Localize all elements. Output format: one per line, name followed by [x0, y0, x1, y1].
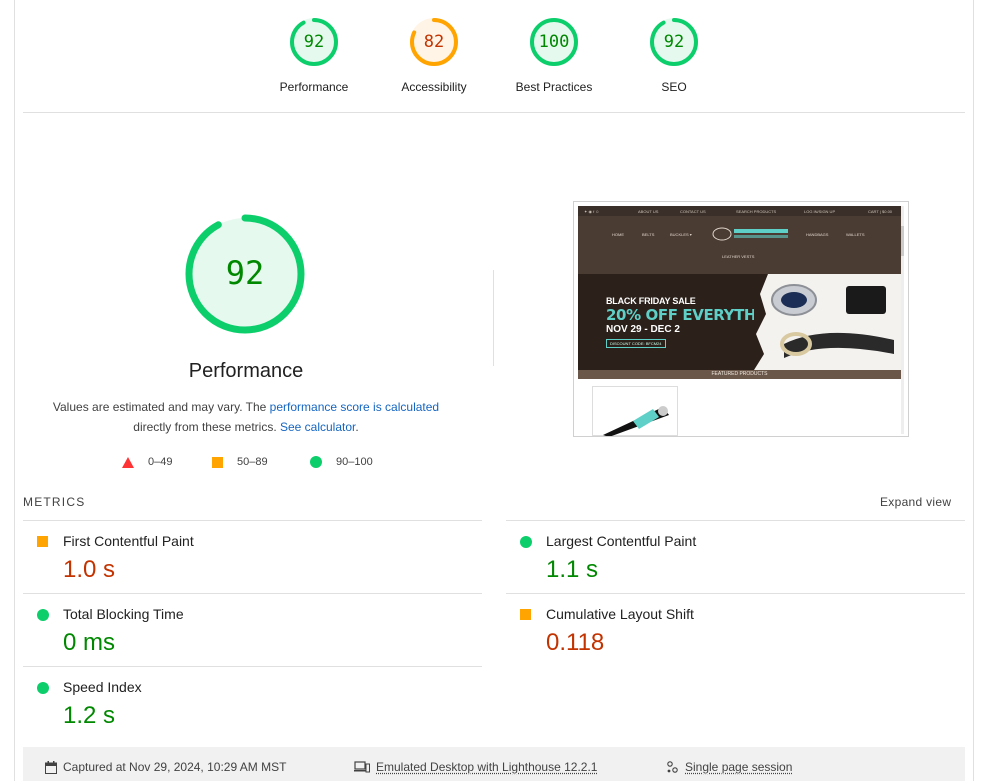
metric-cumulative-layout-shift: Cumulative Layout Shift 0.118 [506, 593, 956, 666]
circle-icon [310, 456, 322, 468]
gauge-label: Performance [279, 80, 349, 94]
legend-average: 50–89 [212, 456, 268, 468]
thumb-nav: HOME BELTS BUCKLES ▾ HANDBAGS WALLETS LE… [578, 216, 901, 274]
session-type[interactable]: Single page session [666, 760, 792, 774]
desc-text: directly from these metrics. [133, 420, 280, 434]
metric-first-contentful-paint: First Contentful Paint 1.0 s [23, 520, 473, 593]
pass-circle-icon [37, 682, 49, 694]
session-icon [667, 760, 678, 773]
thumb-link: CART | $0.00 [868, 209, 893, 214]
metric-title: Cumulative Layout Shift [546, 606, 694, 622]
hero-line: NOV 29 - DEC 2 [606, 324, 680, 335]
gauge-label: Accessibility [401, 80, 467, 94]
hero-products [754, 274, 901, 370]
metric-speed-index: Speed Index 1.2 s [23, 666, 473, 739]
metric-title: Largest Contentful Paint [546, 533, 697, 549]
performance-description: Values are estimated and may vary. The p… [36, 397, 456, 437]
metrics-heading: METRICS [23, 495, 86, 509]
legend-pass: 90–100 [310, 456, 373, 468]
expand-view-button[interactable]: Expand view [880, 495, 951, 509]
emulated-device[interactable]: Emulated Desktop with Lighthouse 12.2.1 [354, 760, 597, 774]
runtime-settings-footer: Captured at Nov 29, 2024, 10:29 AM MST E… [23, 747, 965, 781]
thumb-link: ABOUT US [638, 209, 659, 214]
thumb-featured-bar: FEATURED PRODUCTS [578, 370, 901, 379]
logo-icon [712, 227, 788, 241]
thumb-hero: BLACK FRIDAY SALE 20% OFF EVERYTHING NOV… [578, 274, 901, 370]
gauge-best-practices[interactable]: 100 Best Practices [494, 14, 614, 94]
product-image-icon [754, 274, 894, 370]
final-screenshot[interactable]: ✦ ◉ f ☺ ABOUT US CONTACT US SEARCH PRODU… [573, 201, 909, 437]
metric-largest-contentful-paint: Largest Contentful Paint 1.1 s [506, 520, 956, 593]
pass-circle-icon [37, 609, 49, 621]
hero-line: BLACK FRIDAY SALE [606, 296, 696, 306]
metric-value: 0.118 [546, 629, 605, 656]
thumb-link: LOG IN/SIGN UP [804, 209, 836, 214]
metric-title: Speed Index [63, 679, 142, 695]
category-gauges: 92 Performance 82 Accessibility 100 Best… [0, 0, 1000, 112]
metric-title: First Contentful Paint [63, 533, 194, 549]
gauge-score: 82 [423, 32, 445, 52]
thumb-nav-item: WALLETS [846, 232, 865, 237]
emulated-text: Emulated Desktop with Lighthouse 12.2.1 [376, 760, 598, 774]
legend-range: 90–100 [336, 456, 373, 468]
captured-at: Captured at Nov 29, 2024, 10:29 AM MST [45, 760, 286, 774]
triangle-icon [122, 456, 134, 468]
see-calculator-link[interactable]: See calculator [280, 420, 355, 434]
metric-value: 1.0 s [63, 556, 116, 583]
social-icons: ✦ ◉ f ☺ [584, 209, 600, 214]
thumb-scrollbar [901, 206, 904, 434]
gauge-score: 92 [303, 32, 325, 52]
gauge-seo[interactable]: 92 SEO [614, 14, 734, 94]
performance-score: 92 [225, 254, 265, 292]
desc-text: . [355, 420, 359, 434]
legend-range: 0–49 [148, 456, 173, 468]
thumb-topbar: ✦ ◉ f ☺ ABOUT US CONTACT US SEARCH PRODU… [578, 206, 901, 216]
square-icon [212, 456, 223, 468]
thumb-nav-item: HANDBAGS [806, 232, 829, 237]
metric-title: Total Blocking Time [63, 606, 184, 622]
thumb-link: SEARCH PRODUCTS [736, 209, 777, 214]
thumb-link: CONTACT US [680, 209, 706, 214]
gauge-label: Best Practices [515, 80, 593, 94]
product-belt-icon [603, 406, 669, 436]
performance-title: Performance [188, 360, 304, 382]
gauge-accessibility[interactable]: 82 Accessibility [374, 14, 494, 94]
metric-value: 1.1 s [546, 556, 599, 583]
legend-fail: 0–49 [122, 456, 172, 468]
metric-total-blocking-time: Total Blocking Time 0 ms [23, 593, 473, 666]
thumb-product-card [592, 386, 678, 436]
desc-text: Values are estimated and may vary. The [52, 400, 270, 414]
thumb-nav-item: BELTS [642, 232, 655, 237]
session-text: Single page session [685, 760, 793, 774]
calendar-icon [45, 760, 57, 774]
devices-icon [354, 761, 370, 773]
thumb-nav-item: BUCKLES ▾ [670, 232, 692, 237]
header-divider [23, 112, 965, 113]
average-square-icon [520, 609, 531, 620]
gauge-label: SEO [661, 80, 687, 94]
vertical-separator [493, 270, 494, 366]
metric-value: 0 ms [63, 629, 116, 656]
gauge-performance[interactable]: 92 Performance [254, 14, 374, 94]
score-calculated-link[interactable]: performance score is calculated [270, 400, 439, 414]
gauge-score: 92 [663, 32, 685, 52]
pass-circle-icon [520, 536, 532, 548]
hero-code: DISCOUNT CODE: BFCM24 [606, 339, 666, 348]
thumb-nav-item: HOME [612, 232, 624, 237]
thumb-nav-item: LEATHER VESTS [722, 254, 755, 259]
gauge-score: 100 [538, 32, 570, 52]
legend-range: 50–89 [237, 456, 268, 468]
captured-text: Captured at Nov 29, 2024, 10:29 AM MST [63, 760, 287, 774]
metric-value: 1.2 s [63, 702, 116, 729]
average-square-icon [37, 536, 48, 547]
